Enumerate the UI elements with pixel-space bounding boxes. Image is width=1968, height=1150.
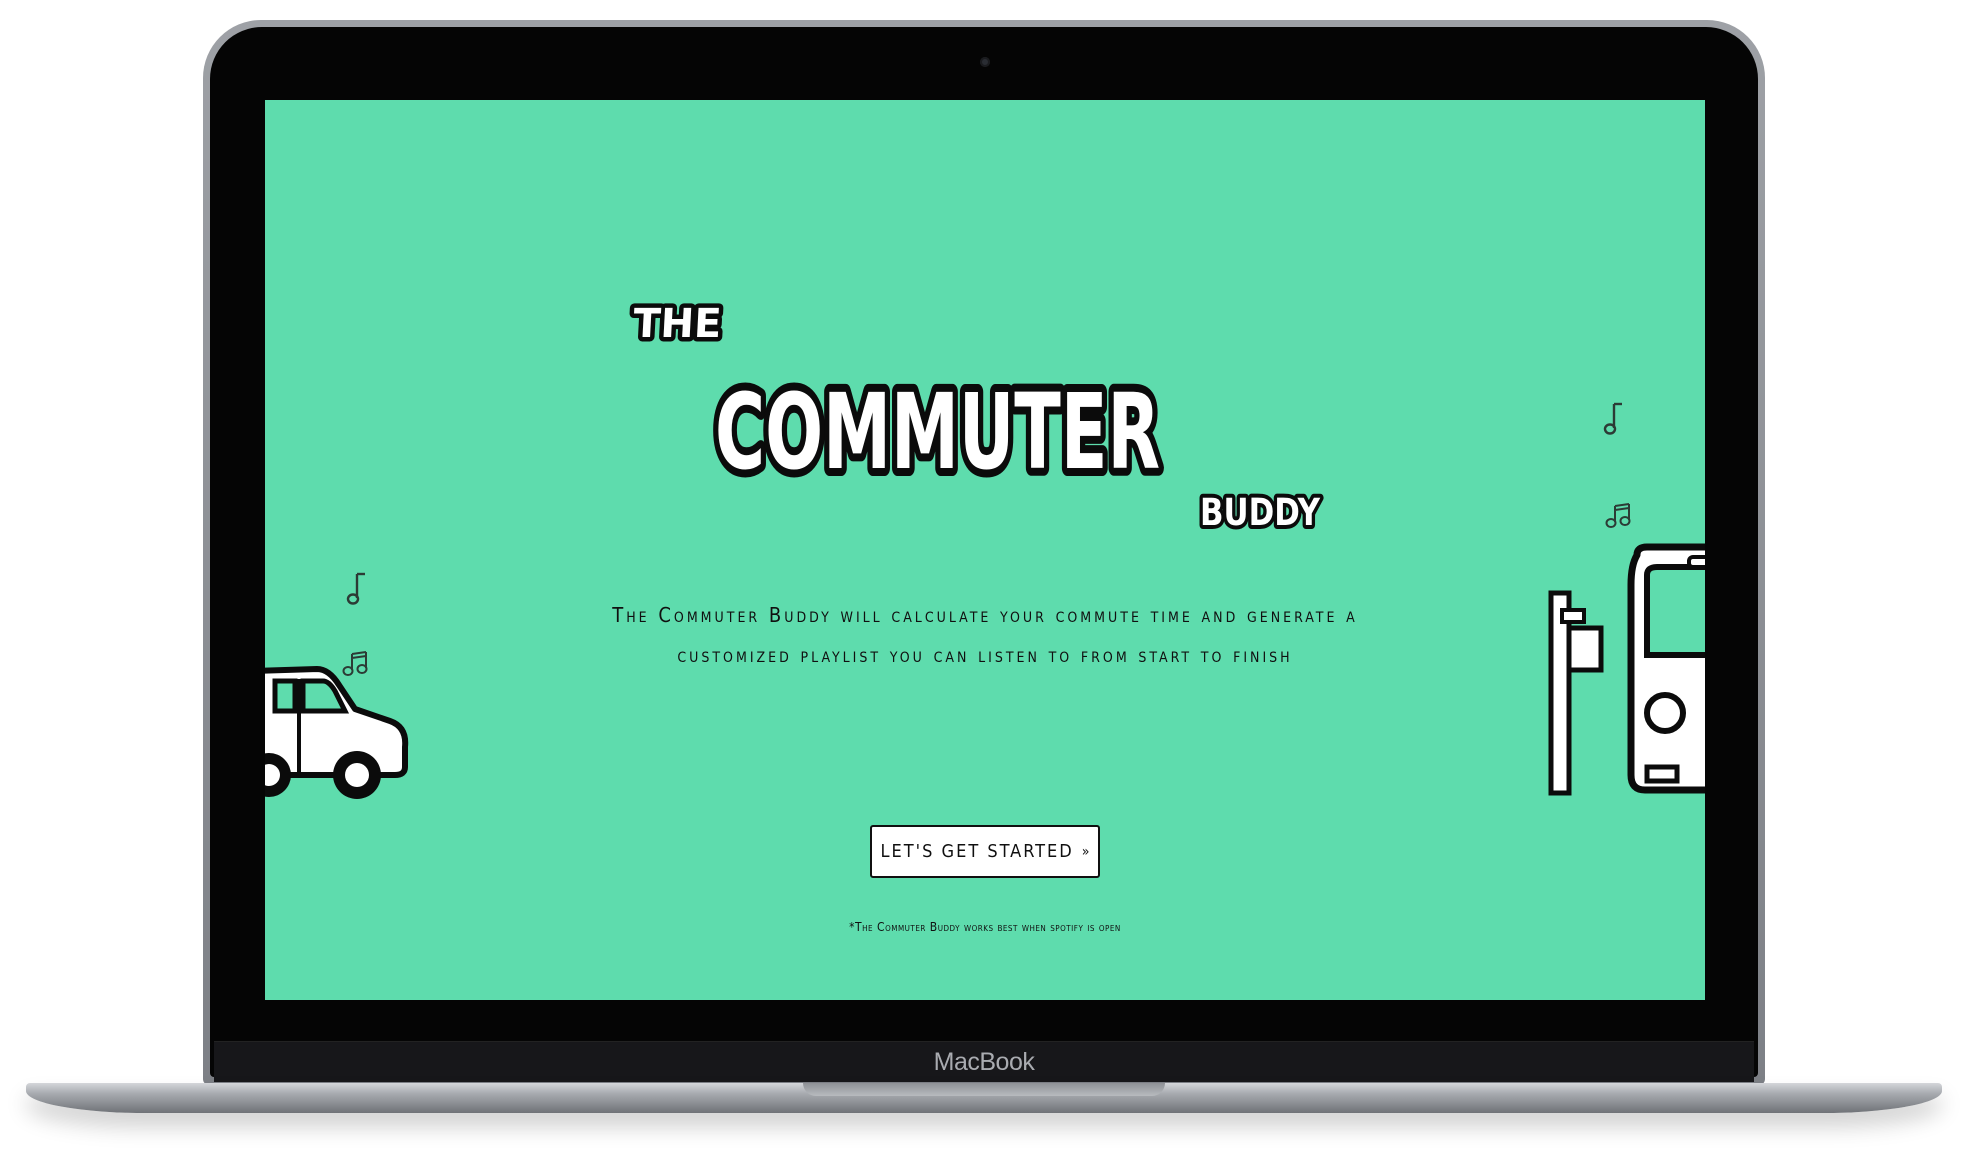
spotify-footnote: *The Commuter Buddy works best when spot… — [849, 920, 1121, 934]
get-started-label: LET'S GET STARTED — [880, 841, 1074, 862]
music-note-icon — [1603, 402, 1622, 435]
app-screen: THE COMMUTER BUDDY The Commuter Buddy wi… — [265, 100, 1705, 1000]
bus-stop-sign-icon — [1548, 590, 1604, 796]
logo-the: THE — [632, 301, 722, 347]
webcam-icon — [980, 57, 990, 67]
music-notes-icon — [1605, 503, 1631, 528]
laptop-hinge-notch — [803, 1083, 1165, 1096]
laptop-mockup: THE COMMUTER BUDDY The Commuter Buddy wi… — [0, 0, 1968, 1150]
bus-icon — [1627, 543, 1705, 794]
chevron-double-down-icon: » — [1081, 843, 1090, 860]
music-note-icon — [346, 572, 365, 605]
logo-commuter: COMMUTER — [715, 371, 1160, 493]
app-logo: THE COMMUTER BUDDY — [628, 297, 1325, 538]
tagline-line-2: customized playlist you can listen to fr… — [677, 643, 1293, 667]
device-brand-label: MacBook — [933, 1048, 1035, 1076]
logo-buddy: BUDDY — [1200, 491, 1321, 534]
car-icon — [265, 666, 409, 799]
get-started-button[interactable]: LET'S GET STARTED » — [870, 825, 1100, 878]
tagline-line-1: The Commuter Buddy will calculate your c… — [612, 603, 1358, 627]
tagline: The Commuter Buddy will calculate your c… — [425, 595, 1545, 675]
